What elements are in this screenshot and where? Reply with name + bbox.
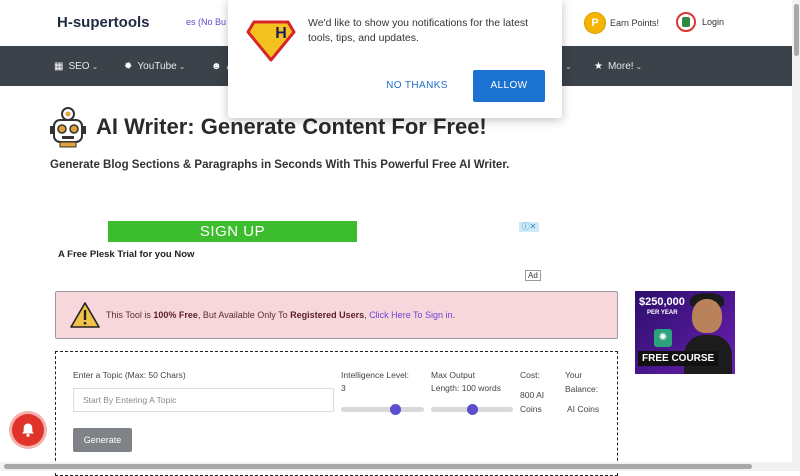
nav-item-more[interactable]: ★ More! ⌄ [594,46,642,86]
vertical-scrollbar[interactable] [792,0,800,462]
balance-label-2: Balance: [565,384,599,394]
intelligence-value: 3 [341,383,346,393]
registration-alert: This Tool is 100% Free, But Available On… [55,291,618,339]
chevron-down-icon: ⌄ [565,61,572,71]
alert-text: This Tool is 100% Free, But Available On… [106,310,456,320]
promo-banner[interactable]: $250,000 PER YEAR ✺ FREE COURSE [635,291,735,374]
chevron-down-icon: ⌄ [635,61,643,71]
promo-amount: $250,000 [639,296,685,308]
chart-icon: ▦ [54,60,64,72]
intelligence-slider[interactable] [341,404,424,415]
nav-item-seo[interactable]: ▦ SEO ⌄ [54,46,98,86]
robot-icon [48,106,88,148]
login-button[interactable]: Login [676,12,724,32]
notification-permission-popup: H We'd like to show you notifications fo… [228,0,562,118]
shield-letter: H [275,25,287,42]
topic-input[interactable]: Start By Entering A Topic [73,388,334,412]
slider-thumb[interactable] [389,404,401,415]
robot-icon: ☻ [211,60,222,72]
promo-per-year: PER YEAR [647,310,678,316]
sign-in-link[interactable]: Click Here To Sign in [369,310,452,320]
free-highlight: 100% Free [153,310,198,320]
login-label: Login [702,17,725,27]
earn-points-label: Earn Points! [610,18,660,28]
nav-label: More! [607,60,634,72]
topic-label: Enter a Topic (Max: 50 Chars) [73,370,186,380]
login-icon [676,12,696,32]
allow-button[interactable]: ALLOW [473,70,545,102]
ad-label: Ad [525,270,541,281]
nav-label: YouTube [137,60,177,72]
balance-label: Your [565,370,583,380]
cost-value: 800 AI [520,390,545,400]
earn-points-button[interactable]: P Earn Points! [584,12,659,34]
page-subtitle: Generate Blog Sections & Paragraphs in S… [50,159,510,171]
cost-unit: Coins [520,404,542,414]
chatgpt-icon: ✺ [654,329,672,347]
scrollbar-thumb[interactable] [794,4,799,56]
person-face [692,299,722,333]
nav-item-hidden-chevron[interactable]: ⌄ [563,46,572,86]
bell-icon [22,423,34,437]
nav-item-youtube[interactable]: ✹ YouTube ⌄ [124,46,185,86]
notification-bell-button[interactable] [12,414,44,446]
scrollbar-thumb[interactable] [4,464,752,469]
balance-value: AI Coins [567,404,600,414]
output-slider[interactable] [431,404,513,415]
ad-text[interactable]: A Free Plesk Trial for you Now [58,249,194,260]
star-icon: ★ [594,60,603,72]
ad-choices-icon[interactable]: ⓘ✕ [519,222,539,232]
intelligence-label: Intelligence Level: [341,370,410,380]
slider-thumb[interactable] [467,404,478,415]
output-label: Max Output [431,370,475,380]
ticker-text[interactable]: es (No Bu [186,17,226,27]
registered-highlight: Registered Users [290,310,365,320]
chevron-down-icon: ⌄ [178,61,186,71]
site-logo[interactable]: H-supertools [57,14,150,31]
coin-icon: P [584,12,606,34]
horizontal-scrollbar[interactable] [0,462,800,471]
warning-icon [70,302,100,328]
cost-label: Cost: [520,370,540,380]
nav-label: SEO [68,60,90,72]
gear-icon: ✹ [124,60,133,72]
promo-course: FREE COURSE [638,351,719,366]
chevron-down-icon: ⌄ [91,61,99,71]
output-value: Length: 100 words [431,383,501,393]
generate-button[interactable]: Generate [73,428,132,452]
writer-tool-form: Enter a Topic (Max: 50 Chars) Start By E… [55,351,618,476]
ad-banner[interactable]: SIGN UP ⓘ✕ A Free Plesk Trial for you No… [57,219,542,283]
signup-button[interactable]: SIGN UP [108,221,357,242]
popup-message: We'd like to show you notifications for … [308,17,529,44]
no-thanks-button[interactable]: NO THANKS [372,70,462,102]
